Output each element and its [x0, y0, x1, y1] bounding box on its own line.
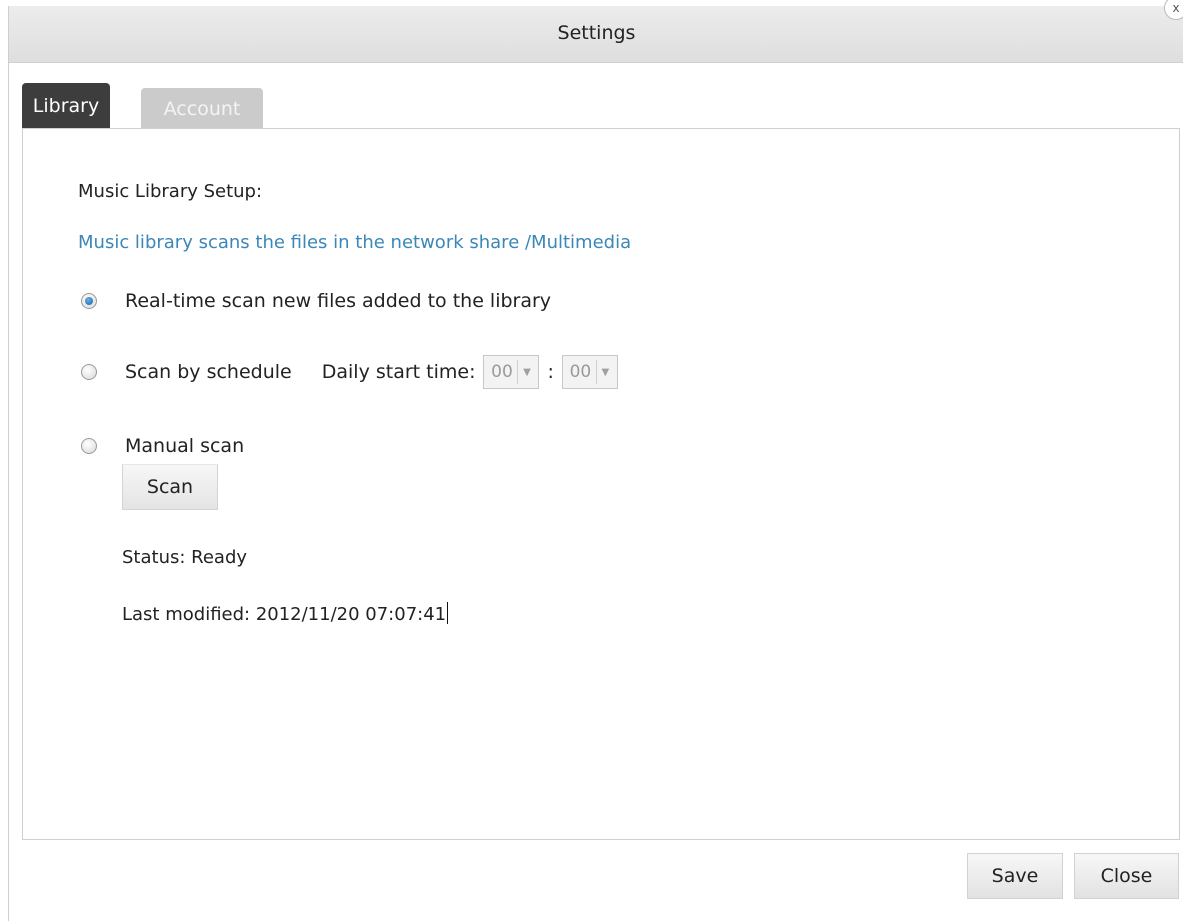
option-realtime-label: Real-time scan new files added to the li…	[125, 290, 552, 312]
radio-manual-scan[interactable]	[81, 438, 97, 454]
option-manual-label: Manual scan	[125, 435, 245, 457]
tab-library[interactable]: Library	[22, 83, 110, 129]
tab-account[interactable]: Account	[141, 88, 263, 129]
section-label: Music Library Setup:	[78, 181, 263, 202]
library-panel: Music Library Setup: Music library scans…	[22, 128, 1180, 840]
save-button[interactable]: Save	[967, 853, 1063, 899]
schedule-time-group: Daily start time: 00 ▼ : 00 ▼	[322, 355, 618, 389]
hour-value: 00	[491, 362, 513, 382]
radio-realtime-scan[interactable]	[81, 293, 97, 309]
scan-button[interactable]: Scan	[122, 464, 218, 510]
option-realtime-scan[interactable]: Real-time scan new files added to the li…	[81, 286, 551, 316]
text-caret	[447, 602, 449, 624]
last-modified-text: Last modified: 2012/11/20 07:07:41	[122, 604, 447, 625]
settings-dialog: Settings x Library Account Music Library…	[8, 0, 1183, 921]
minute-select[interactable]: 00 ▼	[561, 355, 618, 389]
dialog-title: Settings	[557, 22, 636, 44]
hour-select[interactable]: 00 ▼	[483, 355, 540, 389]
minute-value: 00	[569, 362, 592, 382]
daily-start-label: Daily start time:	[321, 361, 476, 383]
time-separator: :	[547, 361, 554, 383]
status-text: Status: Ready	[122, 547, 248, 568]
chevron-down-icon: ▼	[595, 360, 614, 384]
radio-schedule-scan[interactable]	[81, 364, 97, 380]
option-schedule-label: Scan by schedule	[125, 361, 292, 383]
dialog-titlebar: Settings	[9, 6, 1183, 63]
option-manual-scan[interactable]: Manual scan	[81, 431, 244, 461]
close-button[interactable]: Close	[1074, 853, 1179, 899]
info-text: Music library scans the files in the net…	[78, 232, 632, 253]
option-schedule-scan[interactable]: Scan by schedule Daily start time: 00 ▼ …	[81, 355, 618, 389]
last-modified-line: Last modified: 2012/11/20 07:07:41	[122, 602, 449, 625]
chevron-down-icon: ▼	[517, 360, 535, 384]
